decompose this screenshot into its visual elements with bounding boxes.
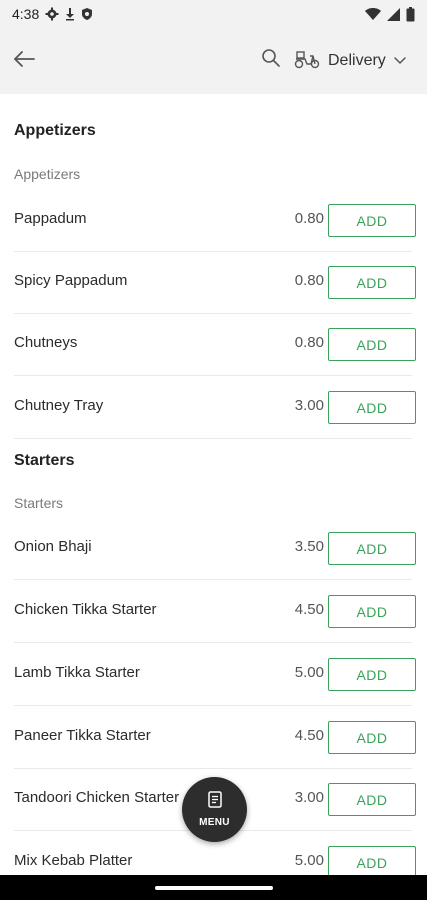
gear-icon — [45, 7, 59, 21]
item-name: Paneer Tikka Starter — [14, 727, 151, 744]
menu-item-row[interactable]: Onion Bhaji 3.50 ADD — [14, 518, 416, 580]
menu-item-row[interactable]: Pappadum 0.80 ADD — [14, 190, 416, 252]
menu-item-row[interactable]: Chutneys 0.80 ADD — [14, 314, 416, 376]
battery-icon — [406, 6, 415, 22]
item-name: Tandoori Chicken Starter — [14, 789, 180, 806]
item-price: 3.00 — [294, 397, 324, 414]
shield-icon — [81, 7, 93, 21]
item-price: 0.80 — [294, 272, 324, 289]
add-button[interactable]: ADD — [328, 266, 416, 299]
add-button[interactable]: ADD — [328, 783, 416, 816]
add-button[interactable]: ADD — [328, 532, 416, 565]
menu-item-row[interactable]: Chutney Tray 3.00 ADD — [14, 377, 416, 439]
category-subtitle: Appetizers — [14, 166, 81, 182]
status-time: 4:38 — [12, 6, 40, 22]
menu-item-row[interactable]: Spicy Pappadum 0.80 ADD — [14, 252, 416, 314]
scooter-icon — [294, 49, 320, 74]
category-subtitle: Starters — [14, 495, 64, 511]
item-name: Chicken Tikka Starter — [14, 601, 157, 618]
item-price: 4.50 — [294, 727, 324, 744]
home-gesture-handle[interactable] — [155, 886, 273, 890]
system-navigation-bar — [0, 875, 427, 900]
wifi-icon — [365, 7, 381, 21]
chevron-down-icon — [394, 52, 406, 70]
item-price: 4.50 — [294, 601, 324, 618]
section-title: Appetizers — [14, 122, 96, 139]
item-name: Mix Kebab Platter — [14, 852, 133, 869]
item-price: 0.80 — [294, 334, 324, 351]
item-name: Chutneys — [14, 334, 78, 351]
arrow-left-icon — [12, 50, 36, 73]
menu-fab-button[interactable]: MENU — [182, 777, 247, 842]
signal-icon — [387, 7, 400, 21]
item-name: Chutney Tray — [14, 397, 104, 414]
menu-fab-label: MENU — [199, 817, 230, 828]
item-name: Lamb Tikka Starter — [14, 664, 140, 681]
menu-item-row[interactable]: Paneer Tikka Starter 4.50 ADD — [14, 707, 416, 769]
menu-document-icon — [207, 791, 222, 813]
item-name: Onion Bhaji — [14, 538, 92, 555]
menu-item-row[interactable]: Lamb Tikka Starter 5.00 ADD — [14, 644, 416, 706]
add-button[interactable]: ADD — [328, 721, 416, 754]
app-bar: Delivery — [0, 28, 427, 94]
status-bar: 4:38 — [0, 0, 427, 28]
add-button[interactable]: ADD — [328, 658, 416, 691]
back-button[interactable] — [10, 47, 38, 75]
add-button[interactable]: ADD — [328, 595, 416, 628]
item-name: Pappadum — [14, 210, 87, 227]
item-price: 5.00 — [294, 852, 324, 869]
menu-item-row[interactable]: Chicken Tikka Starter 4.50 ADD — [14, 581, 416, 643]
search-icon — [261, 48, 281, 73]
delivery-mode-selector[interactable]: Delivery — [294, 47, 406, 75]
delivery-label: Delivery — [328, 52, 386, 69]
item-price: 3.00 — [294, 789, 324, 806]
add-button[interactable]: ADD — [328, 328, 416, 361]
download-icon — [65, 7, 75, 21]
item-price: 0.80 — [294, 210, 324, 227]
item-price: 5.00 — [294, 664, 324, 681]
section-title: Starters — [14, 452, 75, 469]
add-button[interactable]: ADD — [328, 391, 416, 424]
add-button[interactable]: ADD — [328, 204, 416, 237]
item-price: 3.50 — [294, 538, 324, 555]
item-name: Spicy Pappadum — [14, 272, 128, 289]
search-button[interactable] — [258, 47, 284, 73]
